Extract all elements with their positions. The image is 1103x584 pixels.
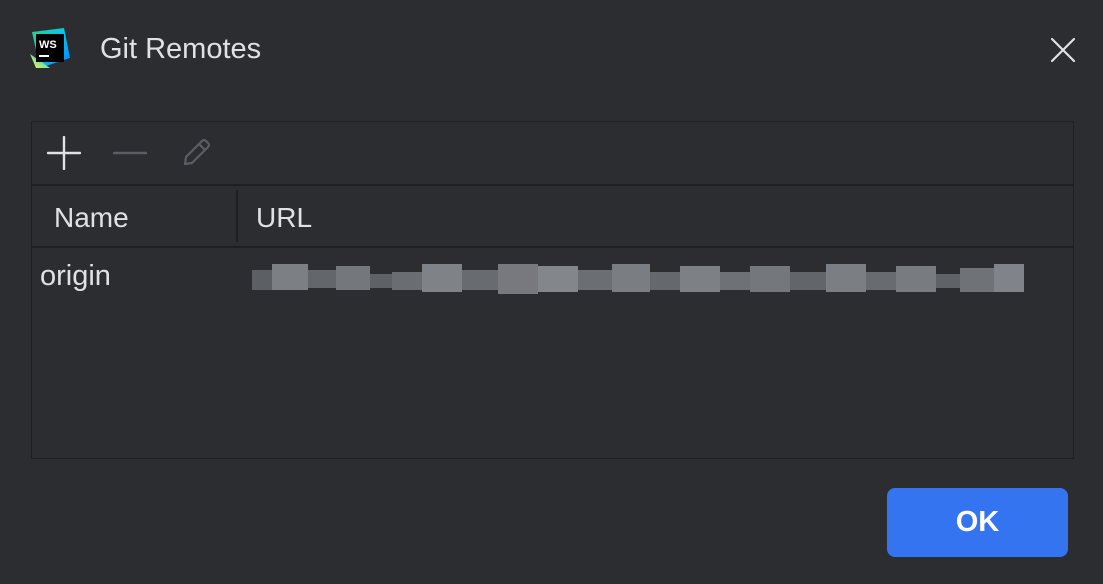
column-header-name[interactable]: Name [54,186,129,246]
close-button[interactable] [1046,33,1080,67]
close-icon [1050,37,1076,63]
webstorm-logo: WS [30,28,70,68]
logo-text: WS [39,39,57,51]
ok-button[interactable]: OK [887,488,1068,557]
plus-icon [47,136,81,170]
dialog-title: Git Remotes [100,33,262,65]
git-remotes-dialog: WS Git Remotes Name URL origin OK [0,0,1103,584]
remove-remote-button[interactable] [112,135,148,171]
column-divider[interactable] [236,190,238,242]
table-header: Name URL [32,186,1073,248]
remote-name-cell: origin [40,260,111,292]
remotes-panel: Name URL origin [31,121,1074,459]
column-header-url[interactable]: URL [256,186,312,246]
remotes-toolbar [32,122,1073,186]
minus-icon [113,151,147,155]
remote-url-cell-redacted [252,264,1024,294]
edit-remote-button[interactable] [178,135,214,171]
add-remote-button[interactable] [46,135,82,171]
pencil-icon [183,138,211,166]
title-bar: WS Git Remotes [0,0,1103,100]
table-row[interactable]: origin [32,248,1073,304]
